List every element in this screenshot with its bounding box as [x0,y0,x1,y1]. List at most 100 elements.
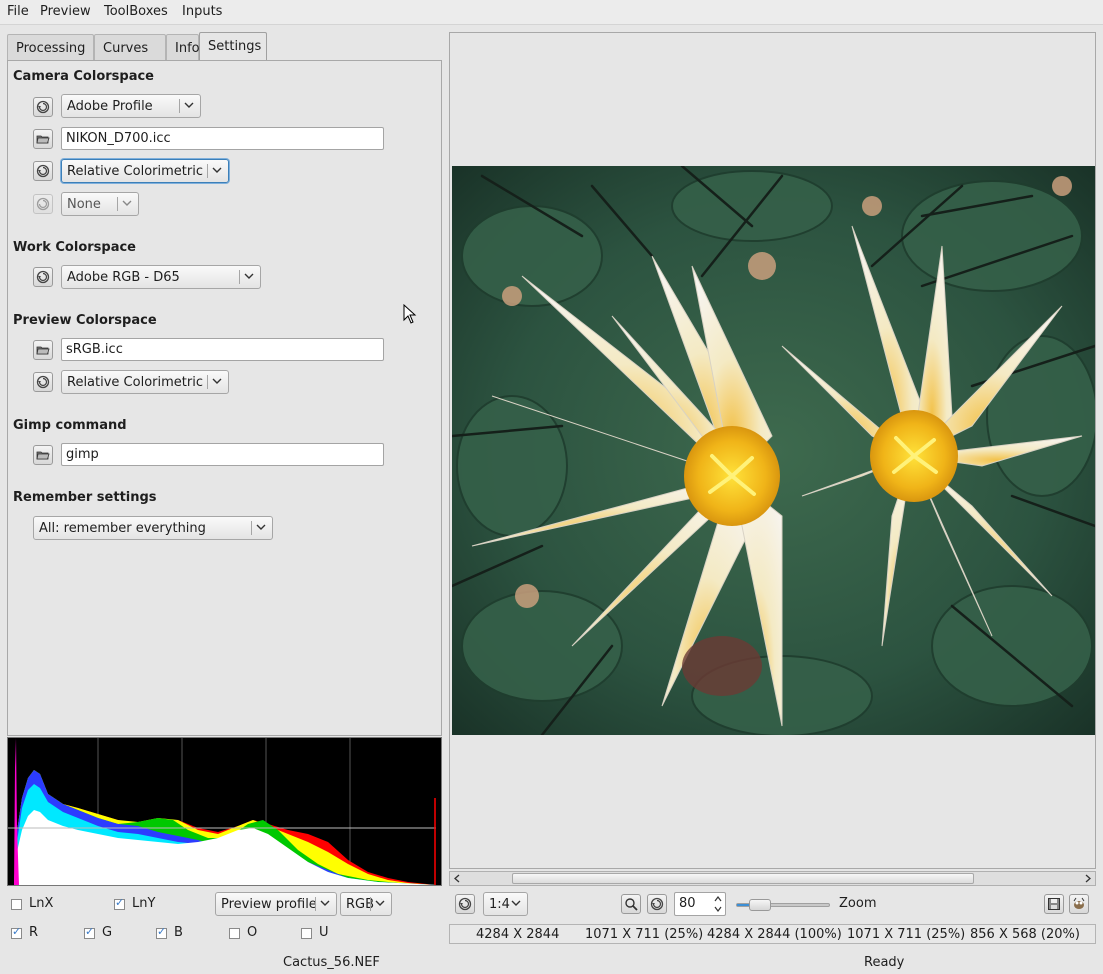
folder-open-icon [36,346,50,355]
g-checkbox[interactable] [84,925,95,939]
zoom-value: 80 [679,896,696,911]
status-bar: Cactus_56.NEF Ready [0,952,1103,974]
camera-profile-value: Adobe Profile [67,99,153,114]
b-label: B [174,925,183,940]
settings-panel: Camera Colorspace Adobe Profile NIKON_D7… [7,60,442,736]
folder-open-icon [36,135,50,144]
zoom-reset-button[interactable] [455,894,475,914]
scroll-left-icon[interactable] [451,872,463,885]
camera-intent-value: Relative Colorimetric [67,164,203,179]
camera-extra-combo[interactable]: None [61,192,139,216]
preview-profile-file-field[interactable]: sRGB.icc [61,338,384,361]
remember-settings-heading: Remember settings [13,490,157,505]
preview-profile-open-button[interactable] [33,340,53,360]
chevron-down-icon [212,378,222,384]
zoom-slider-handle[interactable] [749,899,771,911]
scroll-right-icon[interactable] [1082,872,1094,885]
zoom-fit-button[interactable] [621,894,641,914]
gimp-command-open-button[interactable] [33,445,53,465]
chevron-down-icon [511,900,521,906]
gimp-icon [1073,897,1085,909]
chevron-down-icon [256,524,266,530]
menu-preview[interactable]: Preview [40,4,91,19]
size-final: 856 X 568 (20%) [970,927,1080,942]
reset-icon [458,897,472,911]
image-horizontal-scrollbar[interactable] [449,871,1096,886]
chevron-down-icon [320,900,330,906]
tab-curves[interactable]: Curves [94,34,166,61]
status-filename: Cactus_56.NEF [283,955,380,970]
camera-profile-file-field[interactable]: NIKON_D700.icc [61,127,384,150]
gimp-button[interactable] [1069,894,1089,914]
camera-profile-combo[interactable]: Adobe Profile [61,94,201,118]
camera-colorspace-heading: Camera Colorspace [13,69,154,84]
spin-arrows-icon[interactable] [713,894,723,914]
size-output: 1071 X 711 (25%) [847,927,966,942]
lnx-checkbox[interactable] [11,899,22,910]
reset-icon [650,897,664,911]
camera-profile-open-button[interactable] [33,129,53,149]
reset-icon [36,270,50,284]
histogram [7,737,442,886]
o-checkbox[interactable] [229,928,240,939]
gimp-command-heading: Gimp command [13,418,127,433]
zoom-slider[interactable] [736,899,830,911]
zoom-scale-combo[interactable]: 1:4 [483,892,528,916]
histogram-profile-combo[interactable]: Preview profile [215,892,337,916]
camera-intent-combo[interactable]: Relative Colorimetric [61,159,229,183]
image-size-info: 4284 X 2844 1071 X 711 (25%) 4284 X 2844… [449,924,1096,944]
camera-extra-reset-button[interactable] [33,194,53,214]
remember-settings-combo[interactable]: All: remember everything [33,516,273,540]
lnx-label: LnX [29,896,54,911]
u-checkbox[interactable] [301,928,312,939]
histogram-channel-combo[interactable]: RGB [340,892,392,916]
zoom-value-spinbox[interactable]: 80 [674,892,726,916]
tab-info[interactable]: Info [166,34,200,61]
tab-processing[interactable]: Processing [7,34,94,61]
reset-icon [36,164,50,178]
save-icon [1048,898,1060,910]
magnifier-icon [625,898,638,911]
work-colorspace-heading: Work Colorspace [13,240,136,255]
remember-settings-value: All: remember everything [39,521,206,536]
reset-icon [36,197,50,211]
histogram-plot [8,738,436,885]
camera-profile-reset-button[interactable] [33,97,53,117]
reset-icon [36,375,50,389]
preview-intent-reset-button[interactable] [33,372,53,392]
mouse-cursor-icon [403,304,417,324]
status-state: Ready [864,955,905,970]
r-label: R [29,925,39,940]
work-colorspace-value: Adobe RGB - D65 [67,270,180,285]
save-button[interactable] [1044,894,1064,914]
size-preview: 1071 X 711 (25%) [585,927,704,942]
chevron-down-icon [244,273,254,279]
preview-intent-value: Relative Colorimetric [67,375,203,390]
r-checkbox[interactable] [11,925,22,939]
scroll-thumb[interactable] [512,873,974,884]
camera-intent-reset-button[interactable] [33,161,53,181]
g-label: G [102,925,113,940]
size-crop: 4284 X 2844 (100%) [707,927,842,942]
b-checkbox[interactable] [156,925,167,939]
tab-settings[interactable]: Settings [199,32,267,61]
o-label: O [247,925,258,940]
menu-file[interactable]: File [7,4,29,19]
lny-checkbox[interactable] [114,896,125,910]
size-original: 4284 X 2844 [476,927,560,942]
gimp-command-field[interactable]: gimp [61,443,384,466]
preview-image[interactable] [452,166,1095,735]
camera-extra-value: None [67,197,101,212]
menu-inputs[interactable]: Inputs [182,4,222,19]
histogram-profile-value: Preview profile [221,897,317,912]
zoom-100-button[interactable] [647,894,667,914]
reset-icon [36,100,50,114]
work-colorspace-combo[interactable]: Adobe RGB - D65 [61,265,261,289]
zoom-label: Zoom [839,896,877,911]
menu-toolboxes[interactable]: ToolBoxes [104,4,168,19]
lny-label: LnY [132,896,156,911]
preview-colorspace-heading: Preview Colorspace [13,313,157,328]
work-colorspace-reset-button[interactable] [33,267,53,287]
zoom-scale-value: 1:4 [489,897,510,912]
preview-intent-combo[interactable]: Relative Colorimetric [61,370,229,394]
